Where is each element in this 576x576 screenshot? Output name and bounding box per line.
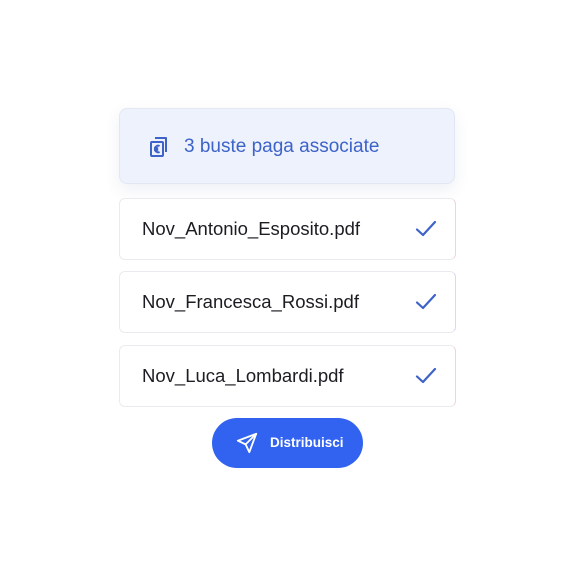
file-name: Nov_Luca_Lombardi.pdf xyxy=(142,365,344,386)
file-name: Nov_Antonio_Esposito.pdf xyxy=(142,218,361,239)
check-icon xyxy=(415,219,437,239)
associated-payslips-banner: 3 buste paga associate xyxy=(119,108,455,184)
check-icon xyxy=(415,366,437,386)
file-row[interactable]: Nov_Luca_Lombardi.pdf xyxy=(119,345,456,407)
file-row[interactable]: Nov_Francesca_Rossi.pdf xyxy=(119,271,456,333)
euro-document-icon xyxy=(147,135,171,159)
associated-payslips-count: 3 buste paga associate xyxy=(184,136,380,157)
send-icon xyxy=(236,432,258,454)
file-row[interactable]: Nov_Antonio_Esposito.pdf xyxy=(119,198,456,260)
distribute-button[interactable]: Distribuisci xyxy=(212,418,363,468)
distribute-button-label: Distribuisci xyxy=(270,435,344,450)
file-name: Nov_Francesca_Rossi.pdf xyxy=(142,291,359,312)
check-icon xyxy=(415,292,437,312)
payslip-distribution-panel: 3 buste paga associate Nov_Antonio_Espos… xyxy=(0,0,576,576)
